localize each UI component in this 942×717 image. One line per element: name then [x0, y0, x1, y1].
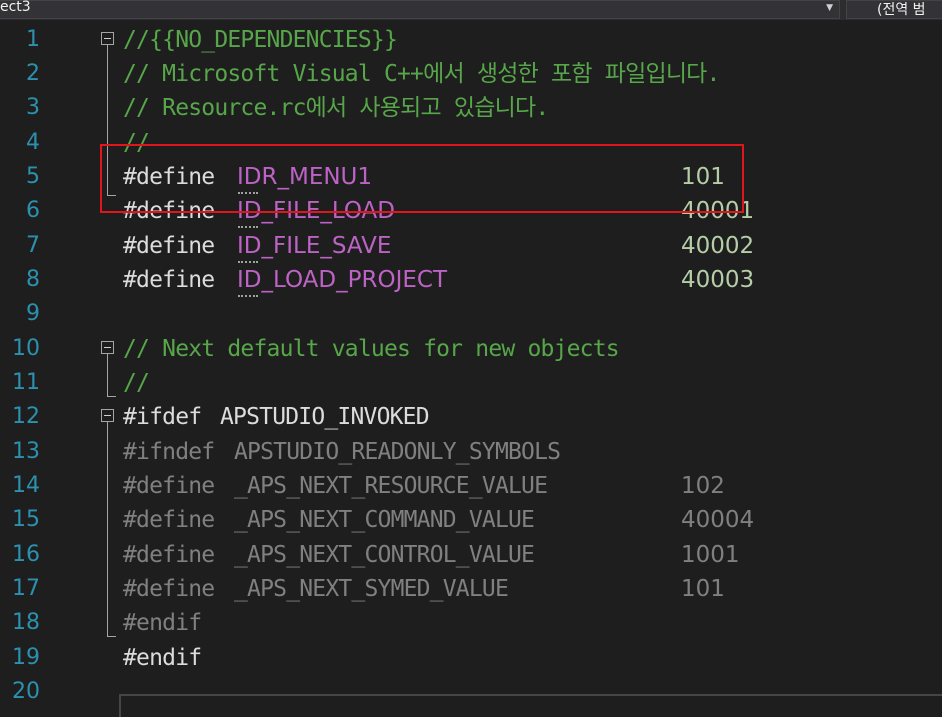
preprocessor-keyword: #endif	[123, 645, 202, 671]
inactive-macro-name: _APS_NEXT_SYMED_VALUE	[234, 576, 509, 602]
code-line[interactable]: 15 #define _APS_NEXT_COMMAND_VALUE 40004	[0, 503, 942, 537]
inactive-keyword: #define	[123, 576, 215, 602]
code-line[interactable]: 13 #ifndef APSTUDIO_READONLY_SYMBOLS	[0, 435, 942, 469]
line-number: 15	[12, 507, 40, 532]
hint-dots	[238, 224, 258, 228]
code-line[interactable]: 16 #define _APS_NEXT_CONTROL_VALUE 1001	[0, 538, 942, 572]
line-number: 4	[26, 130, 40, 155]
inactive-keyword: #define	[123, 473, 215, 499]
code-text: //{{NO_DEPENDENCIES}}	[123, 27, 398, 53]
inactive-macro-name: _APS_NEXT_RESOURCE_VALUE	[234, 473, 548, 499]
code-line[interactable]: 10 // Next default values for new object…	[0, 332, 942, 366]
code-text: //	[123, 370, 150, 396]
navigation-bar: ect3 ▼ (전역 범	[0, 0, 942, 20]
macro-value: 40003	[681, 267, 755, 293]
inactive-macro-name: _APS_NEXT_COMMAND_VALUE	[234, 507, 535, 533]
fold-guide	[107, 422, 108, 636]
code-line[interactable]: 2 // Microsoft Visual C++에서 생성한 포함 파일입니다…	[0, 57, 942, 91]
fold-guide-end	[107, 636, 116, 637]
code-line[interactable]: 18 #endif	[0, 606, 942, 640]
macro-name[interactable]: APSTUDIO_INVOKED	[220, 405, 430, 429]
code-text: // Resource.rc에서 사용되고 있습니다.	[123, 95, 549, 121]
line-number: 6	[26, 198, 40, 223]
code-line[interactable]: 1 //{{NO_DEPENDENCIES}}	[0, 23, 942, 57]
fold-guide-end	[107, 396, 116, 397]
collapse-toggle-icon[interactable]	[101, 32, 114, 45]
inactive-macro-value: 1001	[681, 542, 740, 568]
inactive-keyword: #endif	[123, 610, 202, 636]
macro-name[interactable]: ID_LOAD_PROJECT	[237, 268, 447, 292]
macro-value: 40002	[681, 233, 755, 259]
line-number: 18	[12, 610, 40, 635]
inactive-macro-name: APSTUDIO_READONLY_SYMBOLS	[234, 439, 561, 465]
inactive-macro-value: 102	[681, 473, 725, 499]
line-number: 9	[26, 301, 40, 326]
inactive-keyword: #define	[123, 542, 215, 568]
line-number: 13	[12, 439, 40, 464]
inactive-macro-name: _APS_NEXT_CONTROL_VALUE	[234, 542, 535, 568]
line-number: 20	[12, 679, 40, 704]
code-line[interactable]: 7 #define ID_FILE_SAVE 40002	[0, 229, 942, 263]
scope-dropdown-label: (전역 범	[877, 2, 926, 18]
inactive-keyword: #define	[123, 507, 215, 533]
line-number: 3	[26, 95, 40, 120]
code-line[interactable]: 11 //	[0, 366, 942, 400]
project-dropdown[interactable]: ect3 ▼	[0, 0, 840, 19]
line-number: 17	[12, 576, 40, 601]
code-line[interactable]: 9	[0, 297, 942, 331]
code-line[interactable]: 17 #define _APS_NEXT_SYMED_VALUE 101	[0, 572, 942, 606]
code-line[interactable]: 14 #define _APS_NEXT_RESOURCE_VALUE 102	[0, 469, 942, 503]
current-line-highlight	[119, 694, 942, 717]
code-editor-window: ect3 ▼ (전역 범 1 //{{NO_DEPENDENCIES}} 2 /…	[0, 0, 942, 717]
preprocessor-keyword: #define	[123, 233, 215, 259]
code-line[interactable]: 12 #ifdef APSTUDIO_INVOKED	[0, 400, 942, 434]
line-number: 16	[12, 542, 40, 567]
code-line[interactable]: 19 #endif	[0, 641, 942, 675]
preprocessor-keyword: #define	[123, 267, 215, 293]
line-number: 1	[26, 27, 40, 52]
line-number: 8	[26, 267, 40, 292]
line-number: 19	[12, 645, 40, 670]
line-number: 12	[12, 404, 40, 429]
code-line[interactable]: 3 // Resource.rc에서 사용되고 있습니다.	[0, 91, 942, 125]
line-number: 7	[26, 233, 40, 258]
line-number: 11	[12, 370, 40, 395]
highlight-box	[100, 144, 744, 213]
preprocessor-keyword: #ifdef	[123, 404, 202, 430]
code-text: // Microsoft Visual C++에서 생성한 포함 파일입니다.	[123, 61, 720, 87]
inactive-macro-value: 101	[681, 576, 725, 602]
inactive-keyword: #ifndef	[123, 439, 215, 465]
editor-text-area[interactable]: 1 //{{NO_DEPENDENCIES}} 2 // Microsoft V…	[0, 20, 942, 717]
code-text: // Next default values for new objects	[123, 336, 620, 362]
line-number: 2	[26, 61, 40, 86]
project-dropdown-label: ect3	[0, 0, 31, 15]
line-number: 5	[26, 164, 40, 189]
collapse-toggle-icon[interactable]	[101, 341, 114, 354]
fold-guide	[107, 354, 108, 396]
chevron-down-icon[interactable]: ▼	[826, 3, 833, 13]
collapse-toggle-icon[interactable]	[101, 409, 114, 422]
macro-name[interactable]: ID_FILE_SAVE	[237, 234, 391, 258]
line-number: 10	[12, 336, 40, 361]
code-line[interactable]: 8 #define ID_LOAD_PROJECT 40003	[0, 263, 942, 297]
inactive-macro-value: 40004	[681, 507, 755, 533]
scope-dropdown[interactable]: (전역 범	[846, 0, 942, 19]
line-number: 14	[12, 473, 40, 498]
